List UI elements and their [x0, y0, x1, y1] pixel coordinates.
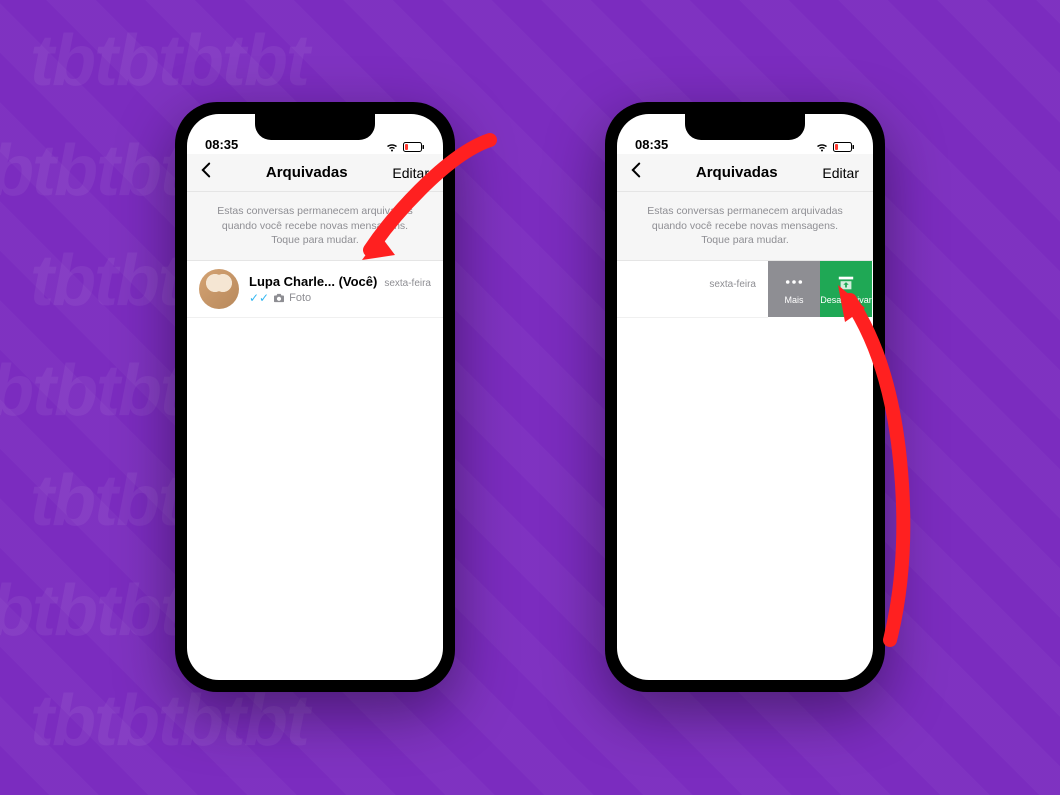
edit-button[interactable]: Editar [822, 165, 859, 181]
chat-list: Lupa Charle... (Você) sexta-feira ✓✓ Fot… [187, 261, 443, 318]
more-label: Mais [784, 295, 803, 305]
status-time: 08:35 [635, 137, 668, 152]
unarchive-button[interactable]: Desar-quivar [820, 261, 872, 317]
chat-row-swiped[interactable]: harle... (Você) sexta-feira oto Mais Des… [617, 261, 768, 318]
avatar [199, 269, 239, 309]
nav-header: Arquivadas Editar [617, 154, 873, 192]
edit-button[interactable]: Editar [392, 165, 429, 181]
more-button[interactable]: Mais [768, 261, 820, 317]
phone-notch [255, 114, 375, 140]
chat-list: harle... (Você) sexta-feira oto Mais Des… [617, 261, 873, 318]
chat-preview-text: Foto [289, 292, 311, 304]
info-line: Toque para mudar. [207, 233, 423, 248]
info-line: Estas conversas permanecem arquivadas [207, 204, 423, 219]
phone-mockup-left: 08:35 Arquivadas Editar Estas conversas … [175, 102, 455, 692]
camera-icon [273, 293, 285, 303]
info-line: quando você recebe novas mensagens. [207, 219, 423, 234]
status-time: 08:35 [205, 137, 238, 152]
chat-row[interactable]: Lupa Charle... (Você) sexta-feira ✓✓ Fot… [187, 261, 443, 318]
info-line: quando você recebe novas mensagens. [637, 219, 853, 234]
ellipsis-icon [785, 273, 803, 291]
bg-decoration: tbtbtbtbt [30, 680, 308, 762]
wifi-icon [815, 142, 829, 152]
wifi-icon [385, 142, 399, 152]
unarchive-label: Desar-quivar [820, 296, 872, 305]
chat-timestamp: sexta-feira [709, 279, 756, 290]
bg-decoration: tbtbtbtbt [30, 20, 308, 102]
info-line: Toque para mudar. [637, 233, 853, 248]
info-banner[interactable]: Estas conversas permanecem arquivadas qu… [617, 192, 873, 261]
nav-header: Arquivadas Editar [187, 154, 443, 192]
back-button[interactable] [201, 162, 221, 183]
phone-mockup-right: 08:35 Arquivadas Editar Estas conversas … [605, 102, 885, 692]
read-receipt-icon: ✓✓ [249, 291, 269, 305]
page-title: Arquivadas [266, 164, 348, 181]
battery-icon [833, 142, 855, 152]
chat-name: Lupa Charle... (Você) [249, 274, 377, 289]
battery-icon [403, 142, 425, 152]
info-line: Estas conversas permanecem arquivadas [637, 204, 853, 219]
swipe-actions: Mais Desar-quivar [768, 261, 872, 317]
page-title: Arquivadas [696, 164, 778, 181]
phone-notch [685, 114, 805, 140]
info-banner[interactable]: Estas conversas permanecem arquivadas qu… [187, 192, 443, 261]
chat-timestamp: sexta-feira [384, 278, 431, 289]
back-button[interactable] [631, 162, 651, 183]
unarchive-icon [837, 274, 855, 292]
